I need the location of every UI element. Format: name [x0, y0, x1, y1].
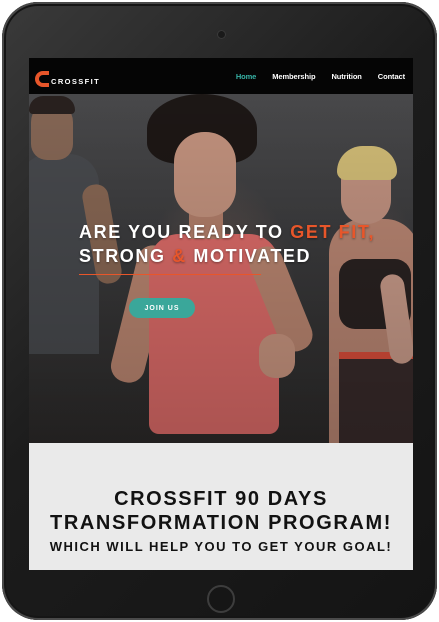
- hero-headline: ARE YOU READY TO GET FIT, STRONG & MOTIV…: [79, 220, 375, 268]
- headline-accent: GET FIT,: [290, 222, 376, 242]
- nav-item-membership[interactable]: Membership: [272, 72, 315, 81]
- hero-section: ARE YOU READY TO GET FIT, STRONG & MOTIV…: [29, 94, 413, 443]
- headline-prefix: ARE YOU READY TO: [79, 222, 291, 242]
- nav-item-home[interactable]: Home: [236, 72, 257, 81]
- nav-item-nutrition[interactable]: Nutrition: [331, 72, 361, 81]
- join-us-button[interactable]: JOIN US: [129, 298, 195, 318]
- hero-headline-line2: STRONG & MOTIVATED: [79, 244, 375, 268]
- crossfit-logo-icon: [35, 71, 49, 87]
- headline-divider: [79, 274, 261, 275]
- home-button[interactable]: [207, 585, 235, 613]
- top-navbar: CROSSFIT Home Membership Nutrition Conta…: [29, 58, 413, 94]
- tablet-screen: CROSSFIT Home Membership Nutrition Conta…: [29, 58, 413, 570]
- program-section: CROSSFIT 90 DAYS TRANSFORMATION PROGRAM!…: [29, 443, 413, 570]
- headline-motivated: MOTIVATED: [186, 246, 312, 266]
- camera-icon: [217, 30, 226, 39]
- nav-links: Home Membership Nutrition Contact: [236, 72, 405, 81]
- headline-ampersand: &: [172, 246, 187, 266]
- nav-item-contact[interactable]: Contact: [378, 72, 405, 81]
- hero-headline-line1: ARE YOU READY TO GET FIT,: [79, 220, 375, 244]
- program-subtitle: WHICH WILL HELP YOU TO GET YOUR GOAL!: [49, 539, 393, 554]
- tablet-device-frame: CROSSFIT Home Membership Nutrition Conta…: [2, 2, 437, 620]
- program-title: CROSSFIT 90 DAYS TRANSFORMATION PROGRAM!: [50, 488, 392, 534]
- brand-logo[interactable]: CROSSFIT: [35, 66, 101, 87]
- brand-name: CROSSFIT: [51, 77, 101, 86]
- headline-strong: STRONG: [79, 246, 173, 266]
- hero-overlay: [29, 94, 413, 443]
